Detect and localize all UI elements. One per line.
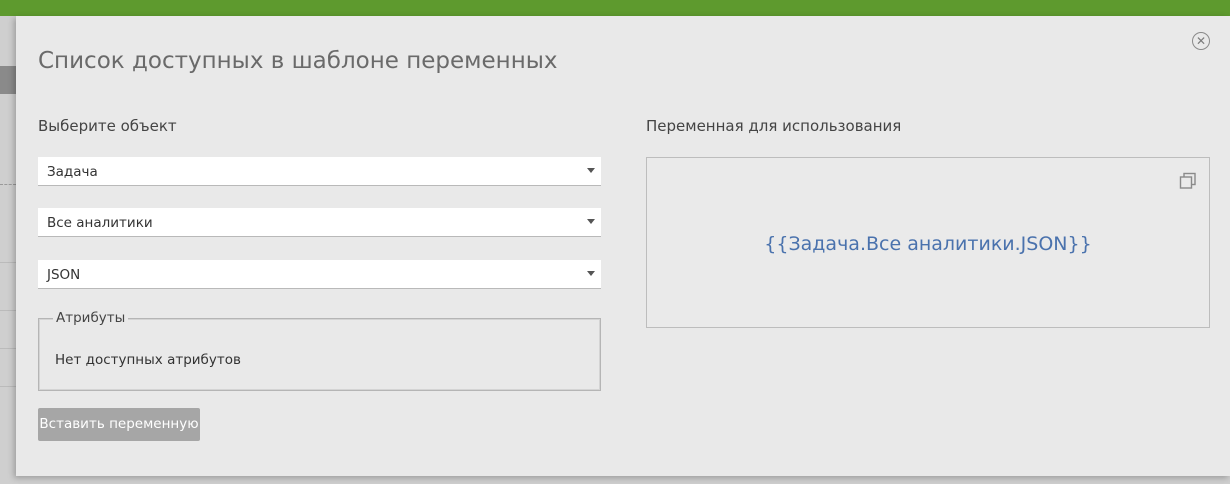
background-divider	[0, 262, 16, 263]
copy-icon[interactable]	[1179, 172, 1197, 190]
object-select-value: Задача	[47, 164, 98, 180]
analytics-select-value: Все аналитики	[47, 215, 153, 231]
chevron-down-icon	[587, 168, 595, 173]
object-label: Выберите объект	[38, 117, 177, 135]
format-select[interactable]: JSON	[38, 260, 601, 289]
chevron-down-icon	[587, 219, 595, 224]
app-top-bar	[0, 0, 1230, 16]
format-select-value: JSON	[47, 267, 81, 283]
background-divider	[0, 184, 16, 185]
background-divider	[0, 310, 16, 311]
analytics-select[interactable]: Все аналитики	[38, 208, 601, 237]
close-button[interactable]: ✕	[1192, 32, 1210, 50]
variable-output-box: {{Задача.Все аналитики.JSON}}	[646, 157, 1210, 328]
object-select[interactable]: Задача	[38, 157, 601, 186]
attributes-fieldset: Атрибуты Нет доступных атрибутов	[38, 310, 601, 391]
background-strip	[0, 66, 16, 94]
background-divider	[0, 348, 16, 349]
dialog-title: Список доступных в шаблоне переменных	[38, 48, 558, 74]
close-icon: ✕	[1195, 34, 1207, 48]
chevron-down-icon	[587, 271, 595, 276]
insert-variable-button[interactable]: Вставить переменную	[38, 408, 200, 441]
attributes-empty-text: Нет доступных атрибутов	[55, 352, 241, 368]
background-divider	[0, 386, 16, 387]
variable-label: Переменная для использования	[646, 117, 902, 135]
variable-value[interactable]: {{Задача.Все аналитики.JSON}}	[647, 233, 1209, 255]
variables-dialog: Список доступных в шаблоне переменных ✕ …	[16, 16, 1230, 476]
attributes-legend: Атрибуты	[53, 310, 129, 326]
